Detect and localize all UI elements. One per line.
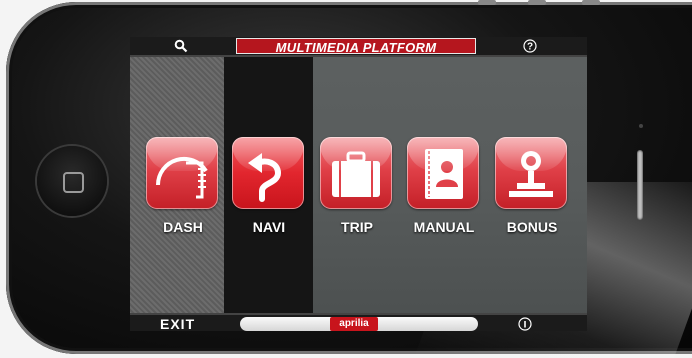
menu-item-label: NAVI bbox=[252, 219, 286, 235]
bottom-bar: EXIT aprilia bbox=[130, 313, 587, 331]
menu-item-dash[interactable]: DASH bbox=[146, 137, 220, 235]
menu-item-bonus-tile bbox=[495, 137, 567, 209]
proximity-sensor bbox=[639, 124, 643, 128]
suitcase-icon bbox=[332, 151, 380, 197]
speaker-grille bbox=[637, 150, 643, 220]
book-icon bbox=[425, 149, 463, 199]
aprilia-logo: aprilia bbox=[330, 317, 378, 331]
menu-item-manual-tile bbox=[407, 137, 479, 209]
menu-item-trip-tile bbox=[320, 137, 392, 209]
menu-item-label: BONUS bbox=[506, 219, 558, 235]
menu-item-label: MANUAL bbox=[413, 219, 475, 235]
menu-item-label: TRIP bbox=[341, 219, 373, 235]
menu-item-dash-tile bbox=[146, 137, 218, 209]
app-title-banner: MULTIMEDIA PLATFORM bbox=[236, 38, 476, 55]
menu-item-navi-tile bbox=[232, 137, 304, 209]
home-square-icon bbox=[63, 172, 84, 193]
help-icon[interactable]: ? bbox=[523, 39, 537, 53]
menu-item-bonus[interactable]: BONUS bbox=[495, 137, 569, 235]
info-icon[interactable] bbox=[518, 317, 532, 331]
app-title: MULTIMEDIA PLATFORM bbox=[275, 40, 437, 55]
trophy-icon bbox=[509, 151, 553, 197]
app-screen: MULTIMEDIA PLATFORM ? DASH NAVI TRIP MAN… bbox=[130, 37, 587, 331]
menu-item-manual[interactable]: MANUAL bbox=[407, 137, 481, 235]
volume-button bbox=[478, 0, 496, 5]
search-icon[interactable] bbox=[174, 39, 188, 53]
speedometer-icon bbox=[155, 156, 208, 199]
menu-item-navi[interactable]: NAVI bbox=[232, 137, 306, 235]
exit-button[interactable]: EXIT bbox=[160, 316, 195, 331]
svg-text:?: ? bbox=[527, 42, 533, 53]
volume-button bbox=[528, 0, 546, 5]
turn-arrow-icon bbox=[248, 153, 282, 202]
power-button bbox=[582, 0, 600, 5]
menu-item-trip[interactable]: TRIP bbox=[320, 137, 394, 235]
top-bar: MULTIMEDIA PLATFORM ? bbox=[130, 37, 587, 57]
menu-item-label: DASH bbox=[163, 219, 203, 235]
